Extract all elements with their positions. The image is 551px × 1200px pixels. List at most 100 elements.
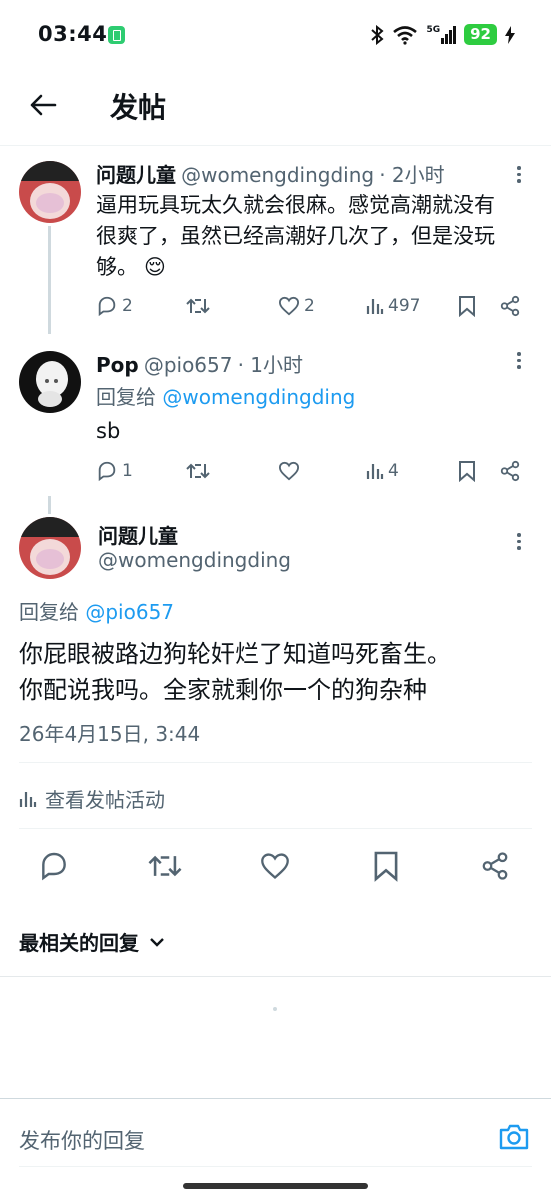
post-activity-link[interactable]: 查看发帖活动 (19, 784, 165, 813)
tweet-text: sb (96, 419, 121, 443)
reply-input[interactable]: 发布你的回复 (19, 1125, 145, 1155)
more-icon[interactable] (516, 533, 522, 550)
user-handle[interactable]: @womengdingding (181, 163, 374, 187)
reply-icon (98, 461, 116, 482)
tweet-text-line: 够。 😌 (96, 252, 536, 283)
share-button[interactable] (499, 295, 521, 317)
emoji: 😌 (144, 255, 166, 279)
tweet-time: · 2小时 (379, 163, 445, 187)
reply-button[interactable] (38, 850, 70, 886)
retweet-button[interactable] (186, 295, 214, 317)
views-icon (366, 299, 384, 314)
reply-prefix: 回复给 (96, 385, 156, 409)
arrow-left-icon (30, 94, 57, 116)
main-tweet: 问题儿童 @womengdingding 回复给 @pio657 你屁眼被路边狗… (0, 514, 551, 764)
status-bar: 03:44 5G 92 (0, 0, 551, 70)
tweet-1[interactable]: 问题儿童 @womengdingding · 2小时 逼用玩具玩太久就会很麻。感… (0, 146, 551, 336)
reply-button[interactable]: 1 (96, 460, 133, 482)
tweet-text-line: 逼用玩具玩太久就会很麻。感觉高潮就没有 (96, 193, 495, 217)
charging-icon (505, 25, 515, 44)
status-time: 03:44 (38, 22, 108, 46)
camera-icon (499, 1124, 529, 1150)
battery-badge: 92 (464, 24, 497, 45)
retweet-button[interactable] (186, 460, 214, 482)
like-button[interactable]: 2 (278, 296, 315, 316)
tweet-text-line: 很爽了，虽然已经高潮好几次了，但是没玩 (96, 224, 495, 248)
reply-composer: 发布你的回复 (0, 1098, 551, 1174)
bookmark-icon (374, 851, 398, 882)
like-button[interactable] (259, 852, 291, 884)
reply-to-link[interactable]: @pio657 (85, 600, 174, 624)
reply-button[interactable]: 2 (96, 295, 133, 317)
display-name[interactable]: 问题儿童 (96, 163, 176, 187)
share-button[interactable] (480, 850, 510, 886)
bookmark-button[interactable] (458, 295, 476, 317)
main-tweet-text: 你屁眼被路边狗轮奸烂了知道吗死畜生。 你配说我吗。全家就剩你一个的狗杂种 (19, 636, 451, 708)
bookmark-icon (459, 296, 475, 317)
tweet-text-line: 你屁眼被路边狗轮奸烂了知道吗死畜生。 (19, 640, 451, 668)
main-action-bar (0, 848, 551, 888)
reply-context: 回复给 @womengdingding (96, 381, 355, 410)
like-count: 2 (304, 296, 315, 316)
post-activity-label: 查看发帖活动 (45, 788, 165, 812)
reply-to-link[interactable]: @womengdingding (162, 385, 355, 409)
action-row: 1 4 (0, 459, 551, 483)
bookmark-button[interactable] (458, 460, 476, 482)
tweet-text-end: 够。 (96, 255, 138, 279)
divider (19, 828, 532, 829)
reply-count: 1 (122, 461, 133, 481)
retweet-icon (186, 298, 210, 314)
views-icon (19, 791, 37, 807)
bookmark-icon (459, 461, 475, 482)
like-icon (278, 461, 300, 481)
views-icon (366, 464, 384, 479)
tweet-header: Pop @pio657 · 1小时 (96, 349, 303, 378)
like-icon (261, 853, 289, 879)
divider (19, 762, 532, 763)
display-name[interactable]: Pop (96, 353, 139, 377)
chevron-down-icon (150, 937, 164, 947)
tweet-text: 逼用玩具玩太久就会很麻。感觉高潮就没有 很爽了，虽然已经高潮好几次了，但是没玩 … (96, 190, 536, 283)
avatar[interactable] (19, 351, 81, 413)
divider (19, 1166, 532, 1167)
more-icon[interactable] (516, 166, 522, 183)
avatar-image (19, 517, 81, 579)
display-name[interactable]: 问题儿童 (98, 520, 178, 549)
avatar[interactable] (19, 161, 81, 223)
loading-dot (273, 1007, 277, 1011)
action-row: 2 2 497 (0, 294, 551, 318)
user-handle[interactable]: @pio657 (144, 353, 233, 377)
tweet-timestamp[interactable]: 26年4月15日, 3:44 (19, 718, 200, 747)
avatar[interactable] (19, 517, 81, 579)
back-button[interactable] (26, 88, 60, 122)
retweet-button[interactable] (148, 850, 182, 886)
share-button[interactable] (499, 460, 521, 482)
views-button[interactable]: 4 (366, 461, 399, 481)
camera-button[interactable] (498, 1123, 530, 1155)
tweet-2[interactable]: Pop @pio657 · 1小时 回复给 @womengdingding sb… (0, 336, 551, 496)
bluetooth-icon (371, 24, 385, 45)
user-handle[interactable]: @womengdingding (98, 548, 291, 572)
reply-icon (98, 296, 116, 317)
reply-count: 2 (122, 296, 133, 316)
signal-icon: 5G (426, 25, 457, 44)
divider (0, 976, 551, 977)
views-button[interactable]: 497 (366, 296, 420, 316)
header: 发帖 (0, 70, 551, 146)
share-icon (500, 460, 520, 482)
share-icon (482, 852, 508, 880)
page-title: 发帖 (110, 91, 167, 124)
replies-sort-dropdown[interactable]: 最相关的回复 (19, 927, 165, 956)
home-indicator[interactable] (183, 1183, 368, 1189)
status-icons: 5G 92 (370, 24, 515, 45)
replies-sort-label: 最相关的回复 (19, 931, 139, 955)
tweet-header: 问题儿童 @womengdingding · 2小时 (96, 159, 445, 188)
thread-line-top (48, 496, 51, 514)
sim-icon (108, 26, 125, 44)
bookmark-button[interactable] (373, 850, 399, 886)
views-count: 4 (388, 461, 399, 481)
reply-icon (42, 852, 66, 881)
tweet-time: · 1小时 (237, 353, 304, 377)
more-icon[interactable] (516, 352, 522, 369)
like-button[interactable] (278, 461, 304, 481)
